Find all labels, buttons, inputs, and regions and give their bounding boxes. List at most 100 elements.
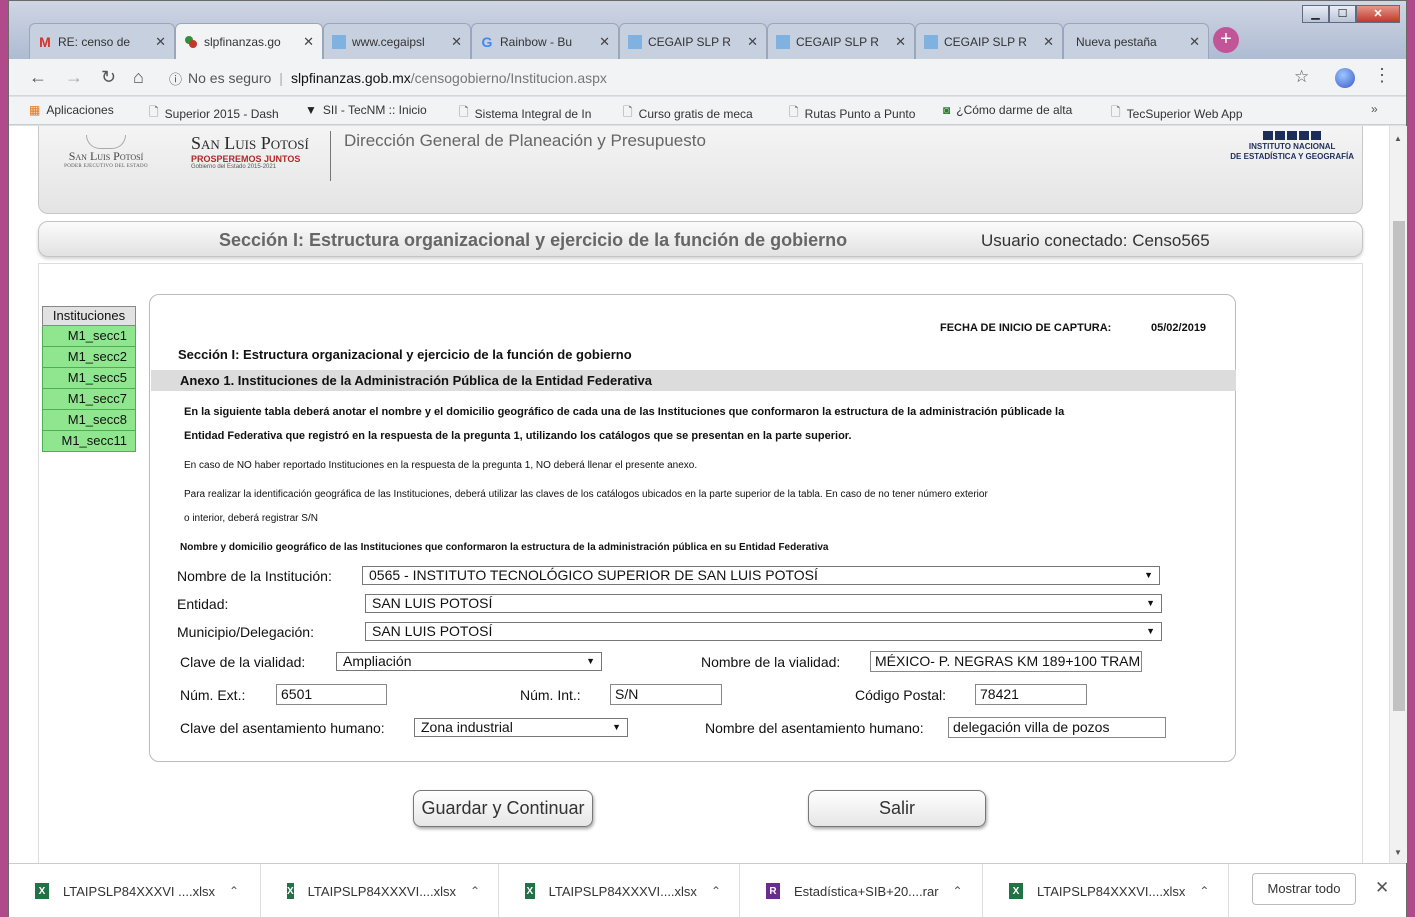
scroll-thumb[interactable]	[1393, 221, 1405, 711]
side-menu: Instituciones M1_secc1 M1_secc2 M1_secc5…	[42, 306, 136, 452]
num-int-label: Núm. Int.:	[520, 687, 581, 703]
side-menu-item-m1-secc8[interactable]: M1_secc8	[42, 410, 136, 431]
exit-button[interactable]: Salir	[808, 790, 986, 827]
close-tab-icon[interactable]: ✕	[155, 34, 166, 50]
tab-cegaip-2[interactable]: CEGAIP SLP R ✕	[767, 23, 915, 59]
close-download-shelf-icon[interactable]: ✕	[1375, 878, 1389, 898]
show-all-downloads-button[interactable]: Mostrar todo	[1252, 873, 1356, 905]
page-icon: 🗋	[789, 105, 799, 119]
close-tab-icon[interactable]: ✕	[599, 34, 610, 50]
download-item[interactable]: R Estadística+SIB+20....rar ⌃	[740, 864, 983, 917]
download-item[interactable]: X LTAIPSLP84XXXVI ....xlsx ⌃	[9, 864, 261, 917]
institucion-label: Nombre de la Institución:	[177, 568, 332, 584]
reload-icon[interactable]: ↻	[101, 67, 116, 88]
bookmark-curso-gratis[interactable]: 🗋 Curso gratis de meca	[623, 103, 773, 124]
gmail-icon: M	[39, 33, 51, 50]
bookmark-rutas[interactable]: 🗋 Rutas Punto a Punto	[789, 103, 939, 124]
excel-file-icon: X	[1009, 883, 1023, 899]
browser-toolbar: ← → ↻ ⌂ ⓘ No es seguro | slpfinanzas.gob…	[9, 59, 1406, 96]
close-tab-icon[interactable]: ✕	[895, 34, 906, 50]
page-scrollbar[interactable]: ▲ ▼	[1389, 126, 1407, 863]
num-int-input[interactable]: S/N	[610, 684, 722, 705]
chevron-up-icon[interactable]: ⌃	[470, 884, 480, 898]
close-tab-icon[interactable]: ✕	[303, 34, 314, 50]
back-icon[interactable]: ←	[29, 67, 47, 88]
side-menu-item-m1-secc5[interactable]: M1_secc5	[42, 368, 136, 389]
address-bar[interactable]: ⓘ No es seguro | slpfinanzas.gob.mx/cens…	[169, 64, 1329, 92]
chevron-up-icon[interactable]: ⌃	[711, 884, 721, 898]
chevron-up-icon[interactable]: ⌃	[953, 884, 963, 898]
department-name: Dirección General de Planeación y Presup…	[344, 131, 706, 150]
excel-file-icon: X	[525, 883, 535, 899]
close-tab-icon[interactable]: ✕	[1043, 34, 1054, 50]
clave-vialidad-select[interactable]: Ampliación ▼	[336, 652, 602, 671]
municipio-select[interactable]: SAN LUIS POTOSÍ ▼	[365, 622, 1162, 641]
chevron-up-icon[interactable]: ⌃	[1199, 884, 1209, 898]
tab-cegaip-3[interactable]: CEGAIP SLP R ✕	[915, 23, 1063, 59]
institucion-select[interactable]: 0565 - INSTITUTO TECNOLÓGICO SUPERIOR DE…	[362, 566, 1160, 585]
side-menu-item-m1-secc7[interactable]: M1_secc7	[42, 389, 136, 410]
bookmark-tecsuperior[interactable]: 🗋 TecSuperior Web App	[1111, 103, 1251, 124]
close-tab-icon[interactable]: ✕	[451, 34, 462, 50]
bookmark-superior-2015[interactable]: 🗋 Superior 2015 - Dash	[149, 103, 299, 124]
page-icon: 🗋	[623, 105, 633, 119]
tab-slpfinanzas[interactable]: slpfinanzas.go ✕	[175, 23, 323, 59]
page-icon	[628, 34, 642, 49]
security-status: No es seguro	[188, 70, 272, 86]
form-section-title: Sección I: Estructura organizacional y e…	[178, 347, 632, 362]
side-menu-item-m1-secc1[interactable]: M1_secc1	[42, 326, 136, 347]
download-item[interactable]: X LTAIPSLP84XXXVI....xlsx ⌃	[983, 864, 1229, 917]
slp-state-logo: San Luis Potosí PODER EJECUTIVO DEL ESTA…	[56, 135, 156, 169]
tab-cegaipslp[interactable]: www.cegaipsl ✕	[323, 23, 471, 59]
profile-avatar[interactable]	[1335, 68, 1355, 88]
clave-asentamiento-select[interactable]: Zona industrial ▼	[414, 718, 628, 737]
bookmark-como-darme-de-alta[interactable]: ◙ ¿Cómo darme de alta	[943, 103, 1103, 117]
side-menu-item-m1-secc2[interactable]: M1_secc2	[42, 347, 136, 368]
forward-icon[interactable]: →	[65, 67, 83, 88]
entidad-label: Entidad:	[177, 596, 229, 612]
annex-title: Anexo 1. Instituciones de la Administrac…	[151, 370, 1236, 391]
instruction-text: Entidad Federativa que registró en la re…	[184, 430, 852, 442]
scroll-down-icon[interactable]: ▼	[1394, 848, 1402, 857]
page-icon	[924, 34, 938, 49]
close-tab-icon[interactable]: ✕	[1189, 34, 1200, 50]
num-ext-input[interactable]: 6501	[276, 684, 387, 705]
bookmark-sistema-integral[interactable]: 🗋 Sistema Integral de In	[459, 103, 609, 124]
page-icon	[332, 34, 346, 49]
entidad-select[interactable]: SAN LUIS POTOSÍ ▼	[365, 594, 1162, 613]
scroll-up-icon[interactable]: ▲	[1394, 134, 1402, 143]
bookmark-sii-tecnm[interactable]: ▼ SII - TecNM :: Inicio	[305, 103, 455, 117]
download-item[interactable]: X LTAIPSLP84XXXVI....xlsx ⌃	[261, 864, 499, 917]
chevron-up-icon[interactable]: ⌃	[229, 884, 239, 898]
info-icon[interactable]: ⓘ	[169, 69, 182, 88]
maximize-button[interactable]: ☐	[1329, 5, 1356, 23]
bookmark-aplicaciones[interactable]: ▦ Aplicaciones	[29, 103, 149, 117]
close-window-button[interactable]: ✕	[1356, 5, 1400, 23]
download-item[interactable]: X LTAIPSLP84XXXVI....xlsx ⌃	[499, 864, 740, 917]
side-menu-header[interactable]: Instituciones	[42, 306, 136, 326]
dropdown-arrow-icon: ▼	[1146, 626, 1155, 636]
page-icon: 🗋	[149, 105, 159, 119]
close-tab-icon[interactable]: ✕	[747, 34, 758, 50]
inegi-logo: INSTITUTO NACIONAL DE ESTADÍSTICA Y GEOG…	[1230, 131, 1354, 162]
bookmarks-overflow-icon[interactable]: »	[1371, 102, 1378, 116]
nombre-vialidad-input[interactable]: MÉXICO- P. NEGRAS KM 189+100 TRAM	[870, 651, 1142, 672]
new-tab-button[interactable]: +	[1213, 27, 1239, 53]
bookmarks-bar: ▦ Aplicaciones 🗋 Superior 2015 - Dash ▼ SII…	[9, 97, 1406, 125]
tab-google-rainbow[interactable]: G Rainbow - Bu ✕	[471, 23, 619, 59]
tab-gmail[interactable]: M RE: censo de ✕	[29, 23, 175, 59]
bookmark-star-icon[interactable]: ☆	[1294, 67, 1309, 87]
tab-nueva-pestana[interactable]: Nueva pestaña ✕	[1063, 23, 1209, 59]
minimize-button[interactable]: ▁	[1302, 5, 1329, 23]
codigo-postal-input[interactable]: 78421	[975, 684, 1087, 705]
home-icon[interactable]: ⌂	[133, 67, 144, 88]
side-menu-item-m1-secc11[interactable]: M1_secc11	[42, 431, 136, 452]
menu-dots-icon[interactable]: ⋮	[1373, 65, 1391, 86]
sat-icon: ◙	[943, 103, 951, 117]
municipio-label: Municipio/Delegación:	[177, 624, 314, 640]
tab-cegaip-1[interactable]: CEGAIP SLP R ✕	[619, 23, 767, 59]
save-continue-button[interactable]: Guardar y Continuar	[413, 790, 593, 827]
nombre-asentamiento-label: Nombre del asentamiento humano:	[705, 720, 924, 736]
num-ext-label: Núm. Ext.:	[180, 687, 246, 703]
nombre-asentamiento-input[interactable]: delegación villa de pozos	[948, 717, 1166, 738]
